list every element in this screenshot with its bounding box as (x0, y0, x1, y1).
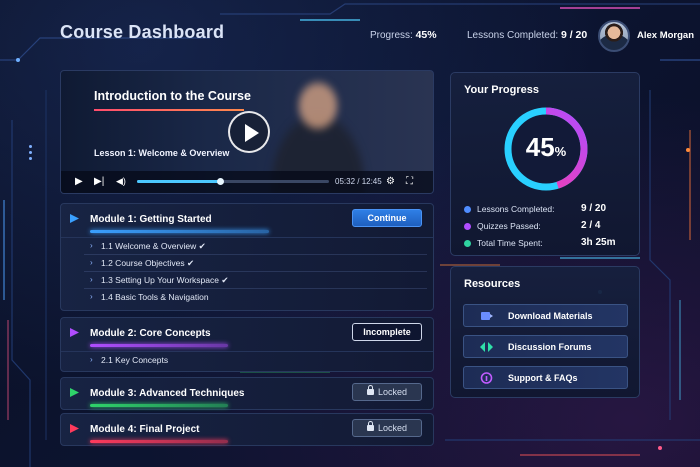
support-faqs-button[interactable]: Support & FAQs (463, 366, 628, 389)
discussion-forums-label: Discussion Forums (508, 342, 592, 352)
skip-next-icon[interactable]: ▶| (94, 176, 104, 187)
video-player[interactable]: Introduction to the Course Lesson 1: Wel… (60, 70, 434, 194)
lock-icon (366, 421, 374, 431)
video-progress-track[interactable] (137, 178, 329, 185)
time-spent-row: Total Time Spent: 3h 25m (464, 237, 634, 248)
module-2-progress-bar (90, 344, 228, 347)
lesson-label: 1.1 Welcome & Overview ✔ (101, 241, 206, 251)
video-progress-knob[interactable] (216, 178, 224, 185)
video-title-underline (94, 109, 244, 111)
download-materials-label: Download Materials (508, 311, 593, 321)
quizzes-passed-label: Quizzes Passed: (477, 221, 541, 231)
lessons-stat-label: Lessons Completed: (467, 30, 559, 41)
resources-title: Resources (464, 278, 521, 290)
progress-stat: Progress: 45% (370, 29, 437, 41)
module-4-play-icon (70, 424, 79, 433)
locked-label: Locked (377, 387, 408, 397)
resources-panel: Resources Download Materials Discussion … (450, 266, 640, 398)
lessons-stat: Lessons Completed: 9 / 20 (467, 29, 587, 41)
fullscreen-icon[interactable]: ⛶ (406, 176, 413, 187)
lessons-completed-row: Lessons Completed: 9 / 20 (464, 203, 634, 214)
locked-label: Locked (377, 423, 408, 433)
side-menu-dots-icon[interactable] (29, 145, 33, 163)
module-2-title: Module 2: Core Concepts (90, 328, 211, 339)
progress-ring-sign: % (554, 144, 567, 159)
top-bar: Course Dashboard Progress: 45% Lessons C… (0, 0, 700, 64)
module-3-card: Module 3: Advanced Techniques Locked (60, 377, 434, 410)
module-1-play-icon (70, 214, 79, 223)
your-progress-title: Your Progress (464, 84, 539, 96)
download-icon (481, 312, 493, 320)
module-3-title: Module 3: Advanced Techniques (90, 388, 245, 399)
quizzes-passed-row: Quizzes Passed: 2 / 4 (464, 220, 634, 231)
volume-icon[interactable]: ◀) (116, 176, 126, 187)
discussion-forums-button[interactable]: Discussion Forums (463, 335, 628, 358)
support-icon (480, 372, 493, 384)
locked-button[interactable]: Locked (352, 419, 422, 437)
module-1-progress-bar (90, 230, 270, 233)
module-3-progress-bar (90, 404, 228, 407)
module-2-card: Module 2: Core Concepts Incomplete › 2.1 … (60, 317, 434, 372)
clock-icon (464, 240, 471, 247)
lesson-label: 1.4 Basic Tools & Navigation (101, 292, 209, 302)
module-1-title: Module 1: Getting Started (90, 214, 212, 225)
progress-ring-number: 45 (525, 132, 555, 162)
module-2-play-icon (70, 328, 79, 337)
time-spent-value: 3h 25m (581, 237, 616, 248)
module-4-header[interactable]: Module 4: Final Project Locked (61, 414, 433, 447)
list-item[interactable]: › 1.1 Welcome & Overview ✔ (84, 238, 427, 255)
your-progress-panel: Your Progress 45% Lessons Completed: 9 /… (450, 72, 640, 256)
continue-button[interactable]: Continue (352, 209, 422, 227)
incomplete-button[interactable]: Incomplete (352, 323, 422, 341)
module-4-title: Module 4: Final Project (90, 424, 200, 435)
module-3-play-icon (70, 388, 79, 397)
play-overlay-button[interactable] (228, 111, 270, 153)
video-controls: ▶ ▶| ◀) 05:32 / 12:45 ⚙ ⛶ (61, 171, 433, 193)
settings-gear-icon[interactable]: ⚙ (386, 176, 395, 187)
play-icon[interactable]: ▶ (75, 176, 83, 187)
module-4-progress-bar (90, 440, 228, 443)
support-faqs-label: Support & FAQs (508, 373, 578, 383)
lesson-label: 1.3 Setting Up Your Workspace ✔ (101, 275, 229, 285)
lock-icon (366, 385, 374, 395)
list-item[interactable]: › 1.3 Setting Up Your Workspace ✔ (84, 272, 427, 289)
locked-button[interactable]: Locked (352, 383, 422, 401)
shield-icon (464, 206, 471, 213)
list-item[interactable]: › 1.2 Course Objectives ✔ (84, 255, 427, 272)
lesson-label: 1.2 Course Objectives ✔ (101, 258, 195, 268)
module-3-header[interactable]: Module 3: Advanced Techniques Locked (61, 378, 433, 411)
list-item[interactable]: › 1.4 Basic Tools & Navigation (84, 289, 427, 306)
lesson-label: 2.1 Key Concepts (101, 355, 169, 365)
lessons-stat-value: 9 / 20 (560, 29, 588, 41)
video-lesson-label: Lesson 1: Welcome & Overview (94, 148, 230, 158)
progress-stat-value: 45% (415, 29, 437, 41)
module-1-lessons: › 1.1 Welcome & Overview ✔ › 1.2 Course Ob… (61, 237, 433, 306)
video-title: Introduction to the Course (94, 89, 251, 103)
video-progress-fill (137, 180, 220, 183)
forum-icon (480, 342, 493, 352)
module-2-header[interactable]: Module 2: Core Concepts Incomplete (61, 318, 433, 351)
list-item[interactable]: › 2.1 Key Concepts (84, 352, 427, 369)
video-time: 05:32 / 12:45 (335, 177, 382, 186)
page-title: Course Dashboard (60, 22, 225, 42)
avatar[interactable] (598, 20, 630, 52)
quizzes-passed-value: 2 / 4 (581, 220, 601, 231)
lessons-completed-label: Lessons Completed: (477, 204, 555, 214)
user-name[interactable]: Alex Morgan (637, 30, 694, 41)
download-materials-button[interactable]: Download Materials (463, 304, 628, 327)
progress-ring: 45% (500, 103, 592, 195)
time-spent-label: Total Time Spent: (477, 238, 543, 248)
module-1-header[interactable]: Module 1: Getting Started Continue (61, 204, 433, 237)
module-1-card: Module 1: Getting Started Continue › 1.1 … (60, 203, 434, 311)
lessons-completed-value: 9 / 20 (581, 203, 607, 214)
progress-ring-value: 45% (500, 132, 592, 163)
module-4-card: Module 4: Final Project Locked (60, 413, 434, 446)
module-2-lessons: › 2.1 Key Concepts (61, 351, 433, 369)
quiz-icon (464, 223, 471, 230)
progress-stat-label: Progress: (370, 30, 413, 41)
